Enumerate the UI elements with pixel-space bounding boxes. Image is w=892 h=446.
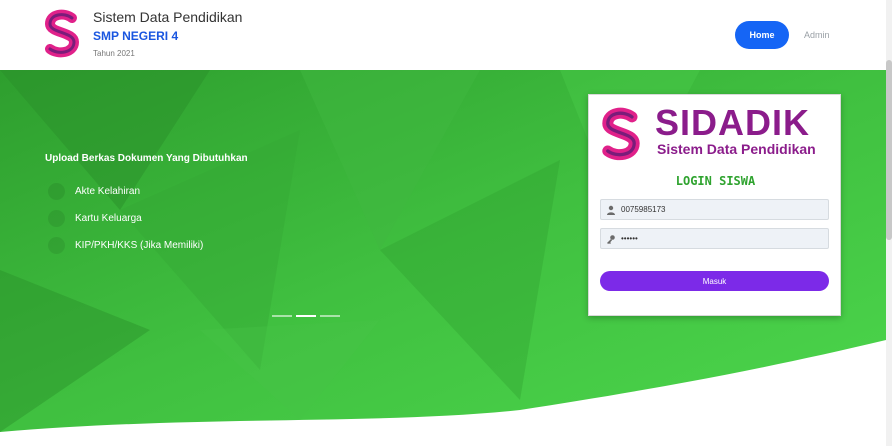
sidadik-logo-icon — [602, 107, 640, 161]
brand-name: SIDADIK — [655, 102, 811, 143]
nav-home-button[interactable]: Home — [735, 21, 789, 49]
document-bullet-icon — [48, 210, 65, 227]
scrollbar-thumb[interactable] — [886, 60, 892, 240]
document-label: KIP/PKH/KKS (Jika Memiliki) — [75, 240, 204, 251]
username-field — [600, 199, 829, 220]
document-item: Akte Kelahiran — [48, 183, 140, 200]
password-input[interactable] — [621, 234, 821, 243]
document-label: Akte Kelahiran — [75, 186, 141, 197]
school-name: SMP NEGERI 4 — [93, 29, 179, 43]
document-bullet-icon — [48, 237, 65, 254]
user-icon — [601, 205, 621, 215]
username-input[interactable] — [621, 205, 821, 214]
password-field — [600, 228, 829, 249]
document-bullet-icon — [48, 183, 65, 200]
upload-documents-title: Upload Berkas Dokumen Yang Dibutuhkan — [45, 153, 248, 164]
site-title: Sistem Data Pendidikan — [93, 9, 243, 25]
document-item: KIP/PKH/KKS (Jika Memiliki) — [48, 237, 203, 254]
login-submit-button[interactable]: Masuk — [600, 271, 829, 291]
key-icon — [601, 234, 621, 244]
nav-admin-link[interactable]: Admin — [804, 30, 830, 40]
sidadik-logo-icon[interactable] — [42, 9, 82, 59]
carousel-indicator-active[interactable] — [296, 315, 316, 317]
carousel-indicator[interactable] — [320, 315, 340, 317]
top-header: Sistem Data Pendidikan SMP NEGERI 4 Tahu… — [0, 0, 892, 70]
carousel-indicator[interactable] — [272, 315, 292, 317]
carousel-indicators — [272, 315, 340, 317]
login-heading: LOGIN SISWA — [675, 174, 756, 188]
login-card: SIDADIK Sistem Data Pendidikan LOGIN SIS… — [588, 94, 841, 316]
document-label: Kartu Keluarga — [75, 213, 142, 224]
academic-year: Tahun 2021 — [93, 49, 135, 58]
document-item: Kartu Keluarga — [48, 210, 142, 227]
brand-subtitle: Sistem Data Pendidikan — [657, 141, 816, 157]
